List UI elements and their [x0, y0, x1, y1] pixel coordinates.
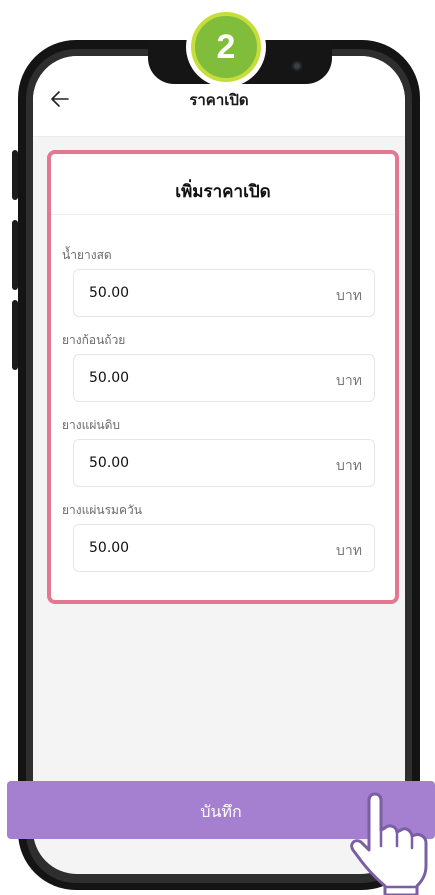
field-unit: บาท: [336, 458, 362, 474]
field-value: 50.00: [89, 455, 130, 471]
step-number: 2: [191, 12, 261, 82]
page-title: ราคาเปิด: [189, 91, 249, 109]
field-value: 50.00: [89, 540, 130, 556]
fresh-latex-price-input[interactable]: 50.00 บาท: [73, 269, 375, 317]
field-unit: บาท: [336, 543, 362, 559]
field-label-fresh-latex: น้ำยางสด: [62, 248, 112, 262]
step-badge: 2: [186, 7, 266, 87]
add-price-dialog: เพิ่มราคาเปิด น้ำยางสด 50.00 บาท ยางก้อน…: [47, 150, 399, 604]
field-label-cup-lump: ยางก้อนถ้วย: [62, 333, 126, 347]
smoked-sheet-price-input[interactable]: 50.00 บาท: [73, 524, 375, 572]
field-unit: บาท: [336, 288, 362, 304]
field-value: 50.00: [89, 285, 130, 301]
field-unit: บาท: [336, 373, 362, 389]
raw-sheet-price-input[interactable]: 50.00 บาท: [73, 439, 375, 487]
dialog-title: เพิ่มราคาเปิด: [175, 182, 271, 202]
hand-pointer-icon: [350, 792, 428, 895]
tutorial-stage: ราคาเปิด 2 เพิ่มราคาเปิด น้ำยางสด 50.00 …: [0, 0, 435, 895]
camera-icon: [292, 61, 302, 71]
field-value: 50.00: [89, 370, 130, 386]
dialog-header: เพิ่มราคาเปิด: [51, 154, 395, 215]
field-label-raw-sheet: ยางแผ่นดิบ: [62, 418, 121, 432]
cup-lump-price-input[interactable]: 50.00 บาท: [73, 354, 375, 402]
field-label-smoked-sheet: ยางแผ่นรมควัน: [62, 503, 142, 517]
